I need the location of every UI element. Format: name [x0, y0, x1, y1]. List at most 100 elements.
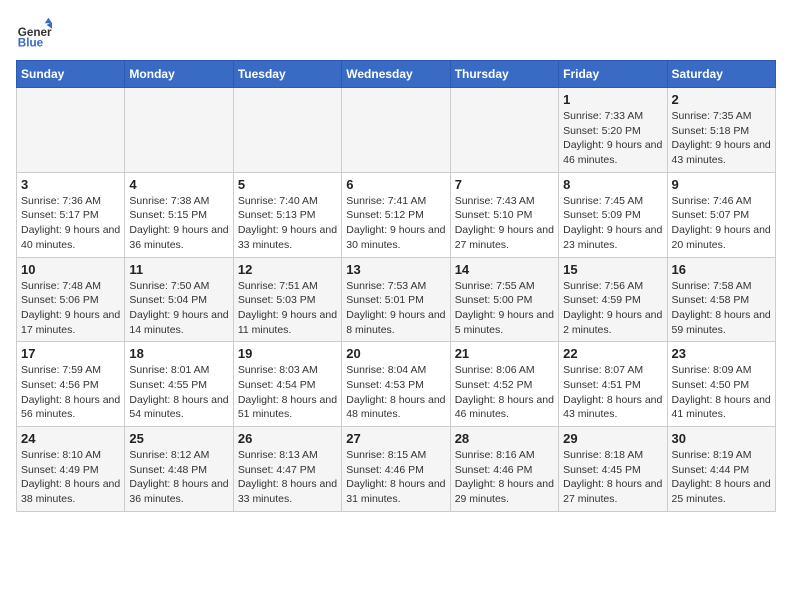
day-info: Sunrise: 7:41 AM Sunset: 5:12 PM Dayligh…: [346, 194, 445, 253]
day-number: 13: [346, 262, 445, 277]
day-cell: 30 Sunrise: 8:19 AM Sunset: 4:44 PM Dayli…: [667, 427, 775, 512]
day-info: Sunrise: 7:35 AM Sunset: 5:18 PM Dayligh…: [672, 109, 771, 168]
day-info: Sunrise: 8:12 AM Sunset: 4:48 PM Dayligh…: [129, 448, 228, 507]
day-cell: 21 Sunrise: 8:06 AM Sunset: 4:52 PM Dayli…: [450, 342, 558, 427]
day-cell: 24 Sunrise: 8:10 AM Sunset: 4:49 PM Dayli…: [17, 427, 125, 512]
day-number: 9: [672, 177, 771, 192]
day-number: 29: [563, 431, 662, 446]
day-number: 16: [672, 262, 771, 277]
day-cell: [125, 88, 233, 173]
day-number: 24: [21, 431, 120, 446]
day-info: Sunrise: 7:46 AM Sunset: 5:07 PM Dayligh…: [672, 194, 771, 253]
day-info: Sunrise: 7:59 AM Sunset: 4:56 PM Dayligh…: [21, 363, 120, 422]
day-cell: 6 Sunrise: 7:41 AM Sunset: 5:12 PM Daylig…: [342, 172, 450, 257]
day-number: 30: [672, 431, 771, 446]
day-number: 15: [563, 262, 662, 277]
day-info: Sunrise: 8:13 AM Sunset: 4:47 PM Dayligh…: [238, 448, 337, 507]
header-sunday: Sunday: [17, 61, 125, 88]
day-cell: [233, 88, 341, 173]
day-cell: 17 Sunrise: 7:59 AM Sunset: 4:56 PM Dayli…: [17, 342, 125, 427]
day-info: Sunrise: 7:40 AM Sunset: 5:13 PM Dayligh…: [238, 194, 337, 253]
day-number: 14: [455, 262, 554, 277]
day-cell: 2 Sunrise: 7:35 AM Sunset: 5:18 PM Daylig…: [667, 88, 775, 173]
day-cell: 7 Sunrise: 7:43 AM Sunset: 5:10 PM Daylig…: [450, 172, 558, 257]
day-cell: 23 Sunrise: 8:09 AM Sunset: 4:50 PM Dayli…: [667, 342, 775, 427]
day-cell: 22 Sunrise: 8:07 AM Sunset: 4:51 PM Dayli…: [559, 342, 667, 427]
day-number: 4: [129, 177, 228, 192]
day-info: Sunrise: 7:50 AM Sunset: 5:04 PM Dayligh…: [129, 279, 228, 338]
day-cell: 18Sunrise: 8:01 AM Sunset: 4:55 PM Dayli…: [125, 342, 233, 427]
day-cell: [342, 88, 450, 173]
day-cell: 27Sunrise: 8:15 AM Sunset: 4:46 PM Dayli…: [342, 427, 450, 512]
day-cell: 25 Sunrise: 8:12 AM Sunset: 4:48 PM Dayli…: [125, 427, 233, 512]
day-number: 11: [129, 262, 228, 277]
day-number: 20: [346, 346, 445, 361]
day-number: 26: [238, 431, 337, 446]
day-cell: 9 Sunrise: 7:46 AM Sunset: 5:07 PM Daylig…: [667, 172, 775, 257]
day-info: Sunrise: 7:51 AM Sunset: 5:03 PM Dayligh…: [238, 279, 337, 338]
header-tuesday: Tuesday: [233, 61, 341, 88]
day-number: 23: [672, 346, 771, 361]
day-info: Sunrise: 7:58 AM Sunset: 4:58 PM Dayligh…: [672, 279, 771, 338]
day-info: Sunrise: 7:36 AM Sunset: 5:17 PM Dayligh…: [21, 194, 120, 253]
day-cell: 20 Sunrise: 8:04 AM Sunset: 4:53 PM Dayli…: [342, 342, 450, 427]
week-row-5: 24 Sunrise: 8:10 AM Sunset: 4:49 PM Dayli…: [17, 427, 776, 512]
day-number: 25: [129, 431, 228, 446]
day-info: Sunrise: 7:33 AM Sunset: 5:20 PM Dayligh…: [563, 109, 662, 168]
day-info: Sunrise: 7:45 AM Sunset: 5:09 PM Dayligh…: [563, 194, 662, 253]
day-cell: 14Sunrise: 7:55 AM Sunset: 5:00 PM Dayli…: [450, 257, 558, 342]
day-number: 7: [455, 177, 554, 192]
header-thursday: Thursday: [450, 61, 558, 88]
day-cell: 19Sunrise: 8:03 AM Sunset: 4:54 PM Dayli…: [233, 342, 341, 427]
day-number: 5: [238, 177, 337, 192]
day-info: Sunrise: 8:04 AM Sunset: 4:53 PM Dayligh…: [346, 363, 445, 422]
day-info: Sunrise: 8:10 AM Sunset: 4:49 PM Dayligh…: [21, 448, 120, 507]
header-wednesday: Wednesday: [342, 61, 450, 88]
day-cell: 4 Sunrise: 7:38 AM Sunset: 5:15 PM Daylig…: [125, 172, 233, 257]
svg-text:Blue: Blue: [18, 37, 44, 50]
day-cell: 8 Sunrise: 7:45 AM Sunset: 5:09 PM Daylig…: [559, 172, 667, 257]
day-info: Sunrise: 7:56 AM Sunset: 4:59 PM Dayligh…: [563, 279, 662, 338]
day-number: 3: [21, 177, 120, 192]
day-info: Sunrise: 8:07 AM Sunset: 4:51 PM Dayligh…: [563, 363, 662, 422]
day-info: Sunrise: 8:06 AM Sunset: 4:52 PM Dayligh…: [455, 363, 554, 422]
day-cell: 10 Sunrise: 7:48 AM Sunset: 5:06 PM Dayli…: [17, 257, 125, 342]
calendar-header-row: SundayMondayTuesdayWednesdayThursdayFrid…: [17, 61, 776, 88]
week-row-1: 1 Sunrise: 7:33 AM Sunset: 5:20 PM Daylig…: [17, 88, 776, 173]
day-number: 22: [563, 346, 662, 361]
day-cell: 26 Sunrise: 8:13 AM Sunset: 4:47 PM Dayli…: [233, 427, 341, 512]
day-number: 8: [563, 177, 662, 192]
day-cell: [450, 88, 558, 173]
day-number: 10: [21, 262, 120, 277]
week-row-3: 10 Sunrise: 7:48 AM Sunset: 5:06 PM Dayli…: [17, 257, 776, 342]
day-info: Sunrise: 7:43 AM Sunset: 5:10 PM Dayligh…: [455, 194, 554, 253]
day-cell: 28Sunrise: 8:16 AM Sunset: 4:46 PM Dayli…: [450, 427, 558, 512]
day-number: 1: [563, 92, 662, 107]
calendar-body: 1 Sunrise: 7:33 AM Sunset: 5:20 PM Daylig…: [17, 88, 776, 512]
day-number: 6: [346, 177, 445, 192]
day-cell: 1 Sunrise: 7:33 AM Sunset: 5:20 PM Daylig…: [559, 88, 667, 173]
day-number: 28: [455, 431, 554, 446]
day-info: Sunrise: 8:09 AM Sunset: 4:50 PM Dayligh…: [672, 363, 771, 422]
day-info: Sunrise: 8:15 AM Sunset: 4:46 PM Dayligh…: [346, 448, 445, 507]
week-row-2: 3 Sunrise: 7:36 AM Sunset: 5:17 PM Daylig…: [17, 172, 776, 257]
day-number: 17: [21, 346, 120, 361]
day-info: Sunrise: 7:48 AM Sunset: 5:06 PM Dayligh…: [21, 279, 120, 338]
calendar-table: SundayMondayTuesdayWednesdayThursdayFrid…: [16, 60, 776, 512]
day-info: Sunrise: 8:18 AM Sunset: 4:45 PM Dayligh…: [563, 448, 662, 507]
page-header: General Blue: [16, 16, 776, 52]
week-row-4: 17 Sunrise: 7:59 AM Sunset: 4:56 PM Dayli…: [17, 342, 776, 427]
day-cell: 15 Sunrise: 7:56 AM Sunset: 4:59 PM Dayli…: [559, 257, 667, 342]
day-info: Sunrise: 7:38 AM Sunset: 5:15 PM Dayligh…: [129, 194, 228, 253]
day-info: Sunrise: 8:01 AM Sunset: 4:55 PM Dayligh…: [129, 363, 228, 422]
day-number: 2: [672, 92, 771, 107]
logo: General Blue: [16, 16, 56, 52]
day-info: Sunrise: 7:53 AM Sunset: 5:01 PM Dayligh…: [346, 279, 445, 338]
day-info: Sunrise: 8:19 AM Sunset: 4:44 PM Dayligh…: [672, 448, 771, 507]
day-info: Sunrise: 8:03 AM Sunset: 4:54 PM Dayligh…: [238, 363, 337, 422]
day-cell: 13 Sunrise: 7:53 AM Sunset: 5:01 PM Dayli…: [342, 257, 450, 342]
day-cell: [17, 88, 125, 173]
day-cell: 16 Sunrise: 7:58 AM Sunset: 4:58 PM Dayli…: [667, 257, 775, 342]
day-number: 21: [455, 346, 554, 361]
header-saturday: Saturday: [667, 61, 775, 88]
